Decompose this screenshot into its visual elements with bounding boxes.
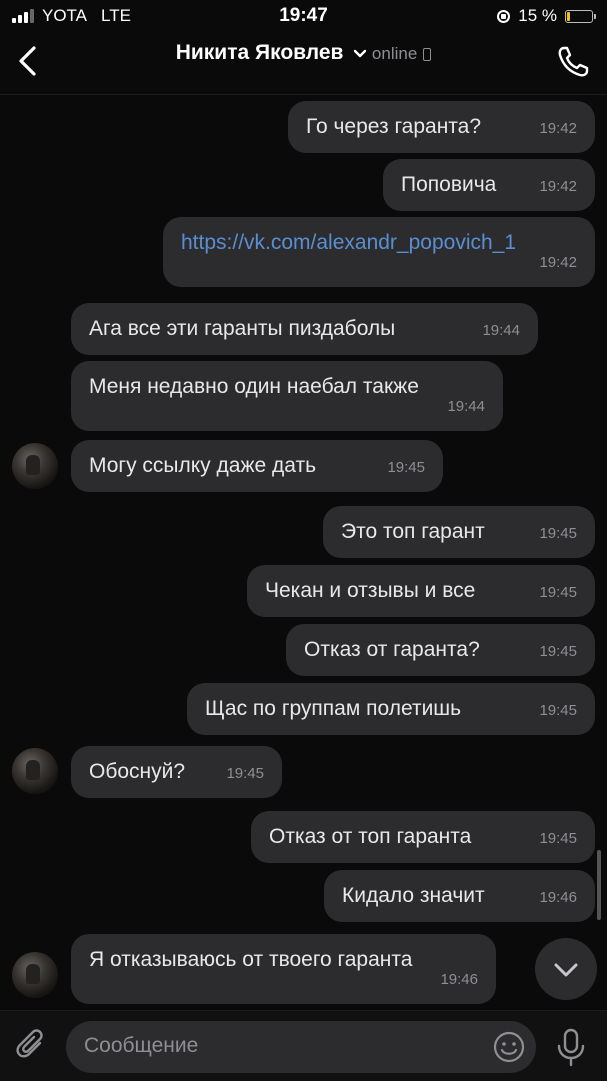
message-text: Меня недавно один наебал также xyxy=(89,375,419,398)
message-list[interactable]: Го через гаранта? 19:42 Поповича 19:42 h… xyxy=(0,95,607,1010)
message-text: Отказ от топ гаранта xyxy=(269,825,472,848)
message-bubble-outgoing[interactable]: Отказ от гаранта? 19:45 xyxy=(286,624,595,676)
scroll-indicator[interactable] xyxy=(597,850,601,920)
contact-status-row: online xyxy=(371,44,432,64)
message-bubble-incoming[interactable]: Я отказываюсь от твоего гаранта 19:46 xyxy=(71,934,496,1004)
battery-percent: 15 % xyxy=(518,6,557,25)
message-text: Это топ гарант xyxy=(341,520,485,543)
microphone-icon[interactable] xyxy=(553,1027,589,1067)
scroll-down-button[interactable] xyxy=(535,938,597,1000)
phone-icon[interactable] xyxy=(555,44,591,80)
message-time: 19:44 xyxy=(482,322,520,339)
message-time: 19:45 xyxy=(539,702,577,719)
message-bubble-outgoing[interactable]: https://vk.com/alexandr_popovich_1 19:42 xyxy=(163,217,595,287)
message-bubble-outgoing[interactable]: Отказ от топ гаранта 19:45 xyxy=(251,811,595,863)
message-time: 19:45 xyxy=(387,459,425,476)
message-time: 19:45 xyxy=(539,525,577,542)
paperclip-icon[interactable] xyxy=(14,1027,50,1063)
message-input-placeholder: Сообщение xyxy=(84,1034,199,1057)
orientation-lock-icon xyxy=(497,9,511,23)
status-right: 15 % xyxy=(497,6,596,26)
message-text: Я отказываюсь от твоего гаранта xyxy=(89,948,413,971)
contact-name: Никита Яковлев xyxy=(175,41,344,64)
contact-avatar[interactable] xyxy=(12,443,58,489)
smiley-icon[interactable] xyxy=(492,1030,526,1064)
chat-header: Никита Яковлев online xyxy=(0,32,607,95)
message-bubble-outgoing[interactable]: Кидало значит 19:46 xyxy=(324,870,595,922)
message-text: Ага все эти гаранты пиздаболы xyxy=(89,317,396,340)
message-time: 19:46 xyxy=(539,889,577,906)
message-text: Кидало значит xyxy=(342,884,485,907)
message-bubble-incoming[interactable]: Обоснуй? 19:45 xyxy=(71,746,282,798)
message-time: 19:42 xyxy=(539,254,577,271)
message-text: Могу ссылку даже дать xyxy=(89,454,317,477)
message-text: Обоснуй? xyxy=(89,760,186,783)
contact-name-row[interactable]: Никита Яковлев xyxy=(176,41,368,65)
message-bubble-incoming[interactable]: Ага все эти гаранты пиздаболы 19:44 xyxy=(71,303,538,355)
message-time: 19:46 xyxy=(440,971,478,988)
message-time: 19:44 xyxy=(447,398,485,415)
message-time: 19:42 xyxy=(539,120,577,137)
battery-fill xyxy=(567,11,570,21)
contact-info[interactable]: Никита Яковлев online xyxy=(0,38,607,65)
message-time: 19:45 xyxy=(539,584,577,601)
mobile-phone-icon xyxy=(423,47,432,61)
message-text: Щас по группам полетишь xyxy=(205,697,462,720)
message-time: 19:42 xyxy=(539,178,577,195)
message-text: Чекан и отзывы и все xyxy=(265,579,476,602)
message-composer: Сообщение xyxy=(0,1010,607,1081)
message-text: Го через гаранта? xyxy=(306,115,482,138)
message-bubble-outgoing[interactable]: Го через гаранта? 19:42 xyxy=(288,101,595,153)
message-bubble-outgoing[interactable]: Щас по группам полетишь 19:45 xyxy=(187,683,595,735)
message-text: Поповича xyxy=(401,173,497,196)
battery-icon xyxy=(565,9,596,23)
message-link[interactable]: https://vk.com/alexandr_popovich_1 xyxy=(181,230,516,256)
message-time: 19:45 xyxy=(539,643,577,660)
message-bubble-outgoing[interactable]: Чекан и отзывы и все 19:45 xyxy=(247,565,595,617)
chevron-down-icon xyxy=(554,963,578,977)
message-time: 19:45 xyxy=(539,830,577,847)
message-bubble-incoming[interactable]: Могу ссылку даже дать 19:45 xyxy=(71,440,443,492)
chevron-down-icon xyxy=(353,41,367,65)
message-bubble-outgoing[interactable]: Это топ гарант 19:45 xyxy=(323,506,595,558)
message-input[interactable]: Сообщение xyxy=(66,1021,536,1073)
message-bubble-outgoing[interactable]: Поповича 19:42 xyxy=(383,159,595,211)
status-bar: YOTA LTE 19:47 15 % xyxy=(0,0,607,32)
contact-status: online xyxy=(371,44,418,63)
message-time: 19:45 xyxy=(226,765,264,782)
message-text: Отказ от гаранта? xyxy=(304,638,480,661)
contact-avatar[interactable] xyxy=(12,952,58,998)
contact-avatar[interactable] xyxy=(12,748,58,794)
message-bubble-incoming[interactable]: Меня недавно один наебал также 19:44 xyxy=(71,361,503,431)
